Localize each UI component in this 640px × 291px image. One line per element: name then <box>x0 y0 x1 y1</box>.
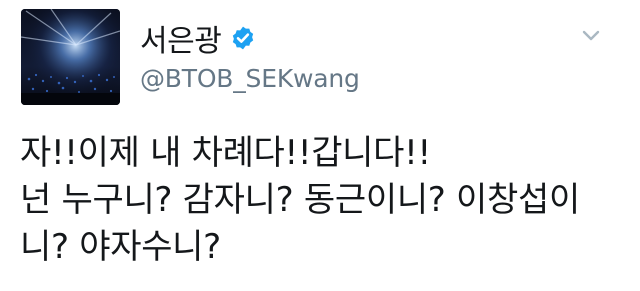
user-handle[interactable]: @BTOB_SEKwang <box>140 64 360 93</box>
concert-photo <box>21 9 120 105</box>
verified-badge-icon <box>230 25 256 51</box>
name-row: 서은광 <box>140 16 360 60</box>
display-name[interactable]: 서은광 <box>140 16 222 60</box>
tweet-text: 자!!이제 내 차례다!!갑니다!! 넌 누구니? 감자니? 동근이니? 이창섭… <box>20 130 620 271</box>
tweet-header: 서은광 @BTOB_SEKwang <box>140 18 360 93</box>
chevron-down-icon[interactable] <box>580 24 602 46</box>
tweet-card: 서은광 @BTOB_SEKwang 자!!이제 내 차례다!!갑니다!! 넌 누… <box>0 0 640 291</box>
tweet-text-line: 넌 누구니? 감자니? 동근이니? 이창섭이 <box>20 180 580 220</box>
tweet-text-line: 니? 야자수니? <box>20 227 221 267</box>
avatar[interactable] <box>21 9 120 105</box>
tweet-text-line: 자!!이제 내 차례다!!갑니다!! <box>20 133 431 173</box>
